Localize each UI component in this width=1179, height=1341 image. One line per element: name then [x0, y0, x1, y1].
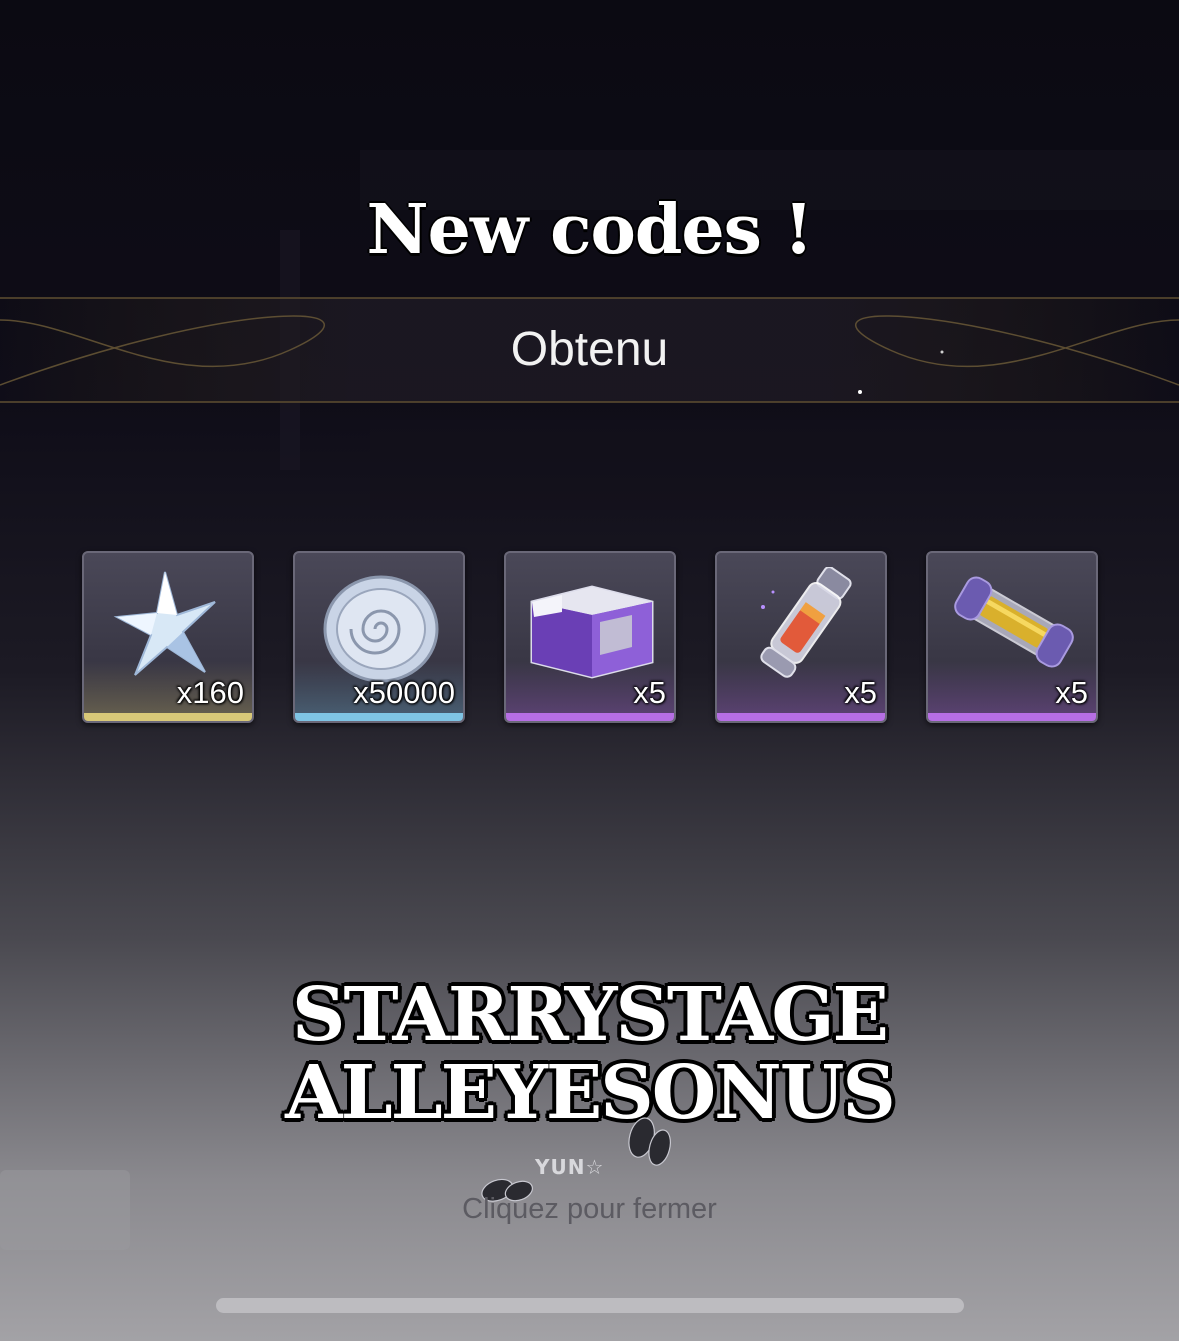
reward-quantity: x5 [633, 675, 666, 710]
reward-quantity: x5 [1055, 675, 1088, 710]
star-crystal-icon [113, 571, 216, 676]
rarity-stripe [84, 713, 252, 721]
home-indicator[interactable] [216, 1298, 964, 1313]
reward-quantity: x160 [176, 675, 244, 710]
promo-code-1: STARRYSTAGE [292, 972, 889, 1058]
dialog-header: Obtenu [510, 323, 669, 376]
rarity-stripe [928, 713, 1096, 721]
close-hint[interactable]: Cliquez pour fermer [0, 1193, 1179, 1226]
reward-quantity: x5 [844, 675, 877, 710]
watermark: YUN☆ [535, 1155, 605, 1179]
rarity-stripe [717, 713, 885, 721]
reward-item-potion-vial[interactable]: x5 [715, 551, 887, 723]
potion-vial-icon [760, 567, 852, 678]
overlay-title: New codes ! [366, 190, 813, 270]
silver-coin-icon [323, 575, 439, 683]
rarity-stripe [295, 713, 463, 721]
reward-item-silver-coin[interactable]: x50000 [293, 551, 465, 723]
supply-crate-icon [530, 585, 654, 679]
reward-item-star-crystal[interactable]: x160 [82, 551, 254, 723]
reward-quantity: x50000 [353, 675, 455, 710]
reward-list: x160 x50000 x5 x5 x5 [82, 551, 1100, 727]
reward-item-supply-crate[interactable]: x5 [504, 551, 676, 723]
energy-capsule-icon [954, 576, 1074, 668]
rarity-stripe [506, 713, 674, 721]
reward-item-energy-capsule[interactable]: x5 [926, 551, 1098, 723]
